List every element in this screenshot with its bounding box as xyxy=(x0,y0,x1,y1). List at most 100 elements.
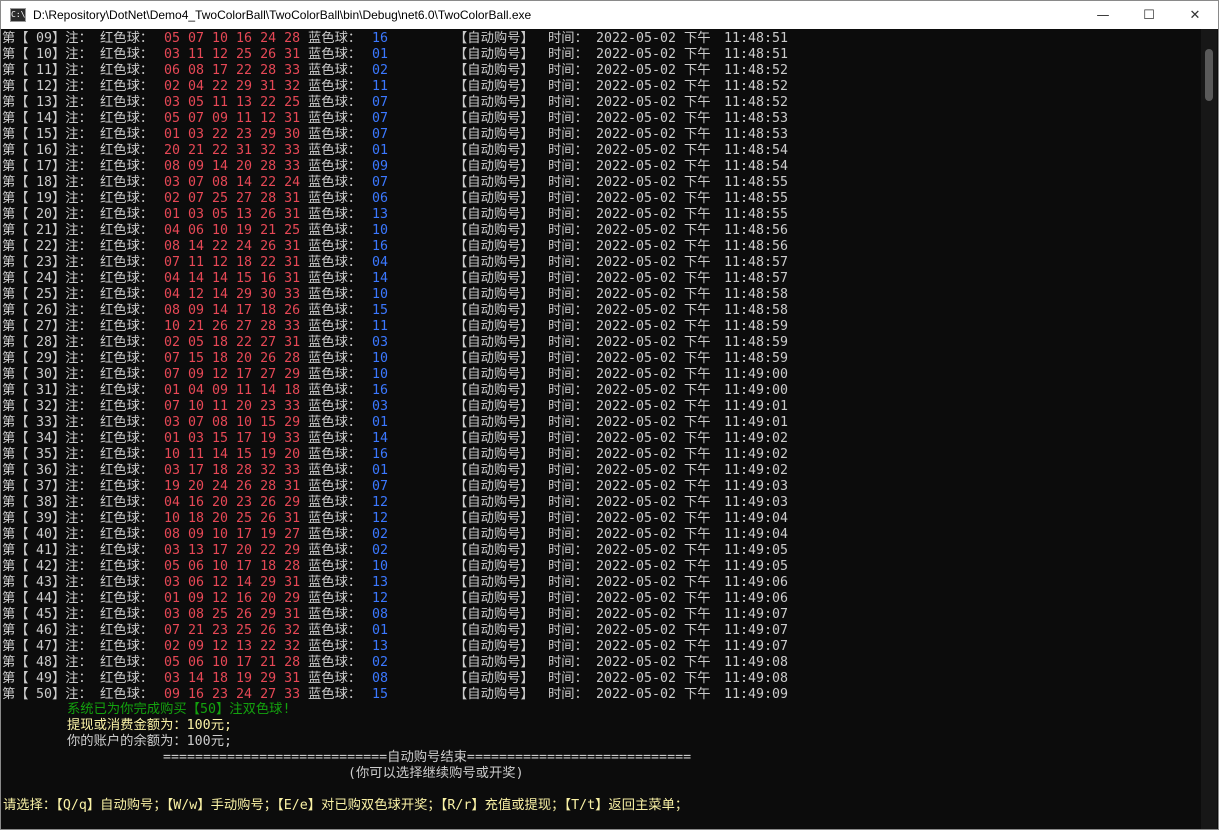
red-balls: 20 21 22 31 32 33 xyxy=(164,143,301,158)
bet-suffix-label: 】注： xyxy=(52,447,92,462)
auto-purchase-tag: 【自动购号】 xyxy=(454,127,534,142)
bet-number: 17 xyxy=(36,159,53,174)
bet-number: 32 xyxy=(36,399,53,414)
blue-ball: 16 xyxy=(372,383,389,398)
purchase-time: 11:49:02 xyxy=(724,431,789,446)
time-label: 时间： xyxy=(548,463,588,478)
bet-prefix-label: 第【 xyxy=(2,463,29,478)
vertical-scrollbar[interactable] xyxy=(1201,29,1217,829)
auto-purchase-tag: 【自动购号】 xyxy=(454,47,534,62)
purchase-date: 2022-05-02 xyxy=(596,399,677,414)
bet-prefix-label: 第【 xyxy=(2,127,29,142)
bet-number: 28 xyxy=(36,335,53,350)
bet-number: 20 xyxy=(36,207,53,222)
bet-suffix-label: 】注： xyxy=(52,255,92,270)
bet-suffix-label: 】注： xyxy=(52,511,92,526)
red-ball-label: 红色球： xyxy=(100,431,154,446)
time-label: 时间： xyxy=(548,47,588,62)
time-label: 时间： xyxy=(548,303,588,318)
bet-suffix-label: 】注： xyxy=(52,623,92,638)
red-balls: 07 09 12 17 27 29 xyxy=(164,367,301,382)
bet-suffix-label: 】注： xyxy=(52,495,92,510)
am-pm-label: 下午 xyxy=(684,655,711,670)
blue-ball-label: 蓝色球： xyxy=(308,399,362,414)
purchase-time: 11:49:01 xyxy=(724,415,789,430)
red-ball-label: 红色球： xyxy=(100,367,154,382)
time-label: 时间： xyxy=(548,319,588,334)
bet-suffix-label: 】注： xyxy=(52,543,92,558)
auto-purchase-tag: 【自动购号】 xyxy=(454,79,534,94)
blue-ball-label: 蓝色球： xyxy=(308,335,362,350)
purchase-time: 11:48:58 xyxy=(724,287,789,302)
close-button[interactable]: ✕ xyxy=(1172,1,1218,29)
purchase-time: 11:48:59 xyxy=(724,335,789,350)
blue-ball-label: 蓝色球： xyxy=(308,639,362,654)
am-pm-label: 下午 xyxy=(684,207,711,222)
am-pm-label: 下午 xyxy=(684,495,711,510)
red-ball-label: 红色球： xyxy=(100,303,154,318)
red-ball-label: 红色球： xyxy=(100,687,154,702)
am-pm-label: 下午 xyxy=(684,111,711,126)
purchase-time: 11:48:58 xyxy=(724,303,789,318)
blue-ball-label: 蓝色球： xyxy=(308,351,362,366)
red-ball-label: 红色球： xyxy=(100,511,154,526)
am-pm-label: 下午 xyxy=(684,607,711,622)
blue-ball: 06 xyxy=(372,191,389,206)
auto-purchase-tag: 【自动购号】 xyxy=(454,31,534,46)
purchase-date: 2022-05-02 xyxy=(596,143,677,158)
scrollbar-thumb[interactable] xyxy=(1205,49,1213,101)
red-balls: 03 08 25 26 29 31 xyxy=(164,607,301,622)
am-pm-label: 下午 xyxy=(684,399,711,414)
bet-suffix-label: 】注： xyxy=(52,95,92,110)
bet-prefix-label: 第【 xyxy=(2,191,29,206)
red-balls: 07 21 23 25 26 32 xyxy=(164,623,301,638)
bet-prefix-label: 第【 xyxy=(2,655,29,670)
blue-ball: 01 xyxy=(372,463,389,478)
purchase-time: 11:49:02 xyxy=(724,463,789,478)
red-balls: 08 09 14 17 18 26 xyxy=(164,303,301,318)
bet-prefix-label: 第【 xyxy=(2,415,29,430)
am-pm-label: 下午 xyxy=(684,63,711,78)
purchase-time: 11:49:03 xyxy=(724,479,789,494)
auto-purchase-tag: 【自动购号】 xyxy=(454,431,534,446)
purchase-time: 11:48:56 xyxy=(724,223,789,238)
red-ball-label: 红色球： xyxy=(100,383,154,398)
blue-ball: 15 xyxy=(372,687,389,702)
purchase-date: 2022-05-02 xyxy=(596,255,677,270)
purchase-date: 2022-05-02 xyxy=(596,495,677,510)
balance-text: 你的账户的余额为：100元; xyxy=(67,734,232,749)
purchase-date: 2022-05-02 xyxy=(596,127,677,142)
purchase-date: 2022-05-02 xyxy=(596,303,677,318)
auto-purchase-tag: 【自动购号】 xyxy=(454,351,534,366)
time-label: 时间： xyxy=(548,79,588,94)
bet-prefix-label: 第【 xyxy=(2,255,29,270)
minimize-button[interactable]: — xyxy=(1080,1,1126,29)
red-balls: 07 15 18 20 26 28 xyxy=(164,351,301,366)
blue-ball-label: 蓝色球： xyxy=(308,623,362,638)
red-ball-label: 红色球： xyxy=(100,207,154,222)
purchase-time: 11:48:54 xyxy=(724,143,789,158)
time-label: 时间： xyxy=(548,415,588,430)
bet-prefix-label: 第【 xyxy=(2,479,29,494)
bet-number: 27 xyxy=(36,319,53,334)
bet-number: 38 xyxy=(36,495,53,510)
purchase-date: 2022-05-02 xyxy=(596,223,677,238)
bet-suffix-label: 】注： xyxy=(52,335,92,350)
purchase-time: 11:49:04 xyxy=(724,527,789,542)
bet-suffix-label: 】注： xyxy=(52,175,92,190)
am-pm-label: 下午 xyxy=(684,687,711,702)
red-ball-label: 红色球： xyxy=(100,399,154,414)
time-label: 时间： xyxy=(548,223,588,238)
title-bar[interactable]: C:\ D:\Repository\DotNet\Demo4_TwoColorB… xyxy=(1,1,1218,29)
bet-number: 14 xyxy=(36,111,53,126)
red-ball-label: 红色球： xyxy=(100,111,154,126)
auto-purchase-tag: 【自动购号】 xyxy=(454,239,534,254)
time-label: 时间： xyxy=(548,591,588,606)
blue-ball: 11 xyxy=(372,319,389,334)
maximize-button[interactable]: ☐ xyxy=(1126,1,1172,29)
time-label: 时间： xyxy=(548,671,588,686)
blue-ball-label: 蓝色球： xyxy=(308,239,362,254)
bet-suffix-label: 】注： xyxy=(52,479,92,494)
time-label: 时间： xyxy=(548,127,588,142)
purchase-time: 11:49:08 xyxy=(724,671,789,686)
